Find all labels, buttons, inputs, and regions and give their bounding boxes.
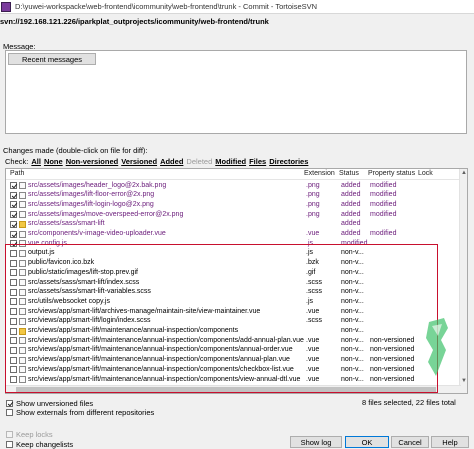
check-option-all[interactable]: All: [31, 157, 41, 166]
commit-message-input[interactable]: Recent messages: [5, 50, 467, 134]
changes-label: Changes made (double-click on file for d…: [3, 146, 148, 155]
file-row[interactable]: src/assets/sass/smart-lift added: [6, 220, 461, 230]
file-extension: .png: [306, 210, 320, 218]
ok-button[interactable]: OK: [345, 436, 389, 448]
show-externals-checkbox[interactable]: [6, 409, 13, 416]
file-property-status: modified: [370, 230, 397, 237]
file-status: added: [341, 210, 361, 218]
file-path: src/assets/images/lift-floor-error@2x.pn…: [28, 191, 155, 199]
show-unversioned-label: Show unversioned files: [16, 399, 94, 408]
file-icon: [19, 230, 26, 238]
file-row[interactable]: src/assets/images/lift-login-logo@2x.png…: [6, 200, 461, 210]
keep-locks-label: Keep locks: [16, 430, 53, 439]
file-icon: [19, 211, 26, 219]
check-option-files[interactable]: Files: [249, 157, 266, 166]
file-icon: [19, 201, 26, 209]
check-label: Check:: [5, 157, 29, 166]
recent-messages-button[interactable]: Recent messages: [8, 53, 96, 65]
keep-changelists-label: Keep changelists: [16, 440, 74, 449]
file-property-status: modified: [370, 210, 397, 218]
title-bar: D:\yuwei-workspacke\web-frontend\icommun…: [0, 0, 474, 14]
check-option-none[interactable]: None: [44, 157, 63, 166]
file-path: src/assets/images/lift-login-logo@2x.png: [28, 200, 154, 208]
column-path[interactable]: Path: [10, 170, 24, 177]
file-row[interactable]: src/assets/images/header_logo@2x.bak.png…: [6, 181, 461, 191]
column-property-status[interactable]: Property status: [368, 170, 415, 177]
selection-highlight-rectangle: [5, 244, 438, 393]
column-extension[interactable]: Extension: [304, 170, 335, 177]
list-header: Path Extension Status Property status Lo…: [6, 169, 467, 180]
file-extension: .vue: [306, 230, 320, 237]
file-checkbox[interactable]: [10, 201, 17, 209]
commit-to-url: svn://192.168.121.226/iparkplat_outproje…: [0, 17, 269, 26]
file-property-status: modified: [370, 191, 397, 199]
file-status: added: [341, 200, 361, 208]
file-path: src/assets/sass/smart-lift: [28, 220, 105, 228]
file-checkbox[interactable]: [10, 220, 17, 228]
file-status: added: [341, 181, 361, 189]
column-lock[interactable]: Lock: [418, 170, 433, 177]
file-row[interactable]: src/assets/images/lift-floor-error@2x.pn…: [6, 191, 461, 201]
file-icon: [19, 182, 26, 189]
cancel-button[interactable]: Cancel: [391, 436, 429, 448]
file-row[interactable]: src/assets/images/move-overspeed-error@2…: [6, 210, 461, 220]
scroll-up-arrow-icon[interactable]: ▲: [461, 170, 467, 176]
check-option-deleted: Deleted: [186, 157, 213, 166]
folder-icon: [19, 220, 26, 228]
file-property-status: modified: [370, 181, 397, 189]
keep-locks-checkbox[interactable]: [6, 431, 13, 438]
scroll-down-arrow-icon[interactable]: ▼: [461, 378, 467, 384]
file-checkbox[interactable]: [10, 182, 17, 189]
window-title: D:\yuwei-workspacke\web-frontend\icommun…: [15, 2, 318, 11]
file-extension: .png: [306, 191, 320, 199]
show-externals-label: Show externals from different repositori…: [16, 408, 155, 417]
check-option-modified[interactable]: Modified: [215, 157, 246, 166]
green-leaf-decoration-icon: [426, 318, 448, 376]
file-status: added: [341, 220, 361, 228]
file-checkbox[interactable]: [10, 191, 17, 199]
tortoisesvn-app-icon: [1, 1, 11, 12]
file-icon: [19, 191, 26, 199]
show-unversioned-checkbox[interactable]: [6, 400, 13, 407]
file-path: src/assets/images/header_logo@2x.bak.png: [28, 181, 167, 189]
file-checkbox[interactable]: [10, 230, 17, 238]
file-property-status: modified: [370, 200, 397, 208]
check-filter-row: Check: All None Non-versioned Versioned Adde…: [5, 157, 308, 166]
check-option-non-versioned[interactable]: Non-versioned: [66, 157, 119, 166]
vertical-scrollbar[interactable]: ▲ ▼: [459, 169, 467, 393]
file-status: added: [341, 191, 361, 199]
column-status[interactable]: Status: [339, 170, 359, 177]
selection-summary: 8 files selected, 22 files total: [362, 398, 456, 407]
keep-changelists-checkbox[interactable]: [6, 441, 13, 448]
show-log-button[interactable]: Show log: [290, 436, 342, 448]
help-button[interactable]: Help: [431, 436, 469, 448]
file-path: src/components/v-image-video-uploader.vu…: [28, 230, 166, 237]
file-status: added: [341, 230, 361, 237]
check-option-versioned[interactable]: Versioned: [121, 157, 157, 166]
check-option-added[interactable]: Added: [160, 157, 183, 166]
file-extension: .png: [306, 181, 320, 189]
file-row[interactable]: src/components/v-image-video-uploader.vu…: [6, 230, 461, 240]
file-extension: .png: [306, 200, 320, 208]
file-checkbox[interactable]: [10, 211, 17, 219]
file-path: src/assets/images/move-overspeed-error@2…: [28, 210, 184, 218]
check-option-directories[interactable]: Directories: [269, 157, 308, 166]
